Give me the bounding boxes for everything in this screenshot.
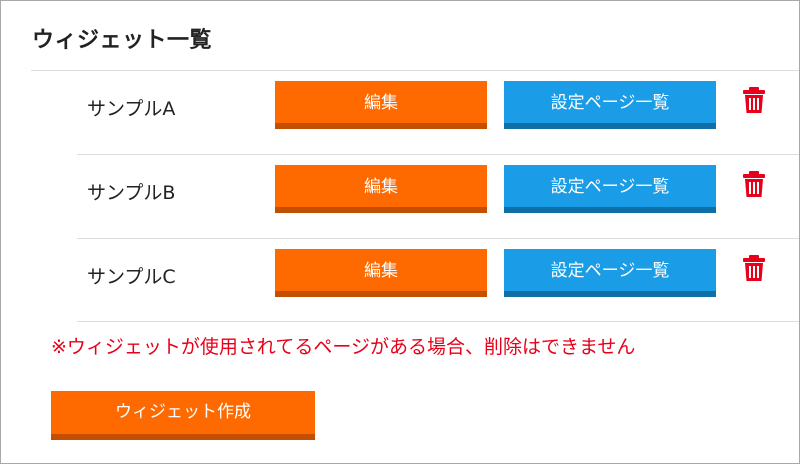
create-widget-button[interactable]: ウィジェット作成 xyxy=(51,391,315,440)
widget-row-c: サンプルC 編集 設定ページ一覧 xyxy=(77,238,799,323)
delete-restriction-notice: ※ウィジェットが使用されてるページがある場合、削除はできません xyxy=(51,336,636,358)
trash-icon[interactable] xyxy=(740,169,768,199)
widget-row-b: サンプルB 編集 設定ページ一覧 xyxy=(77,154,799,239)
widget-list-panel: ウィジェット一覧 サンプルA 編集 設定ページ一覧 サンプルB 編集 設定ページ… xyxy=(0,0,800,464)
settings-pages-button[interactable]: 設定ページ一覧 xyxy=(504,165,716,213)
trash-icon[interactable] xyxy=(740,253,768,283)
widget-row-a: サンプルA 編集 設定ページ一覧 xyxy=(77,71,799,155)
widget-name: サンプルB xyxy=(87,182,176,204)
widget-name: サンプルC xyxy=(87,266,176,288)
settings-pages-button[interactable]: 設定ページ一覧 xyxy=(504,81,716,129)
list-bottom-divider xyxy=(77,321,799,322)
edit-button[interactable]: 編集 xyxy=(275,165,487,213)
edit-button[interactable]: 編集 xyxy=(275,81,487,129)
widget-name: サンプルA xyxy=(87,98,176,120)
settings-pages-button[interactable]: 設定ページ一覧 xyxy=(504,249,716,297)
edit-button[interactable]: 編集 xyxy=(275,249,487,297)
page-title: ウィジェット一覧 xyxy=(32,28,213,53)
trash-icon[interactable] xyxy=(740,85,768,115)
